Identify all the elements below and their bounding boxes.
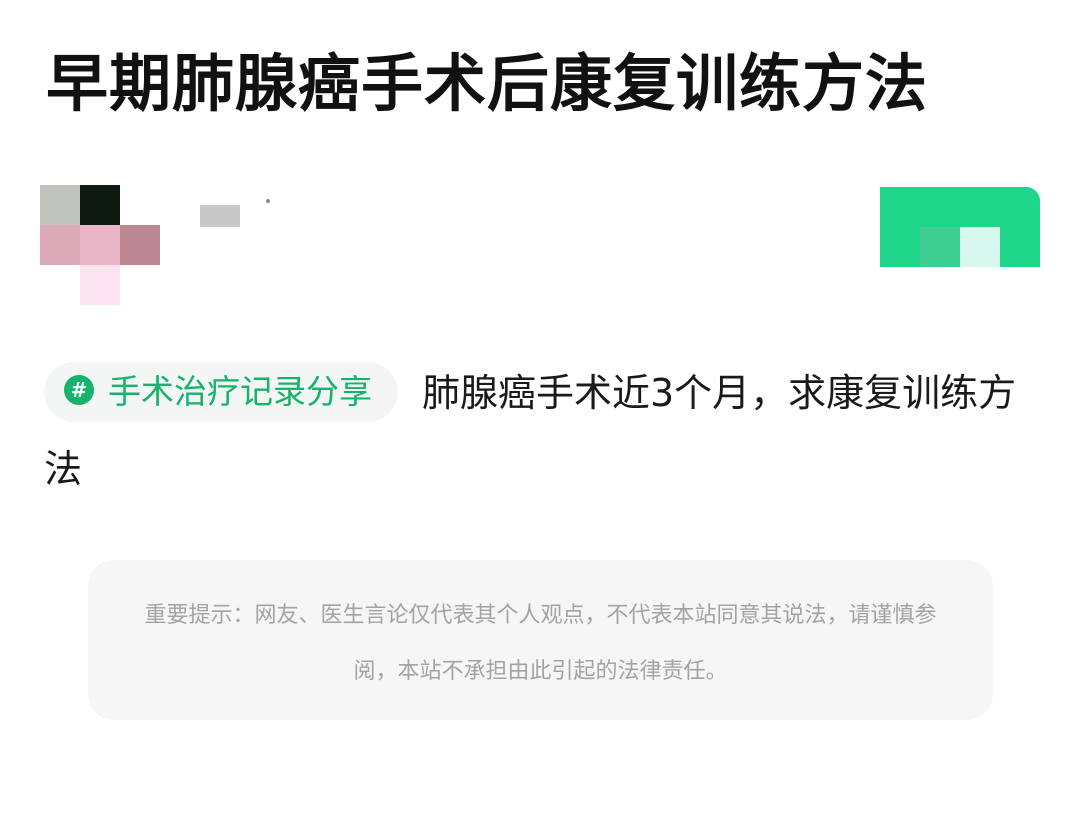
hash-icon: #: [64, 375, 94, 405]
author-avatar[interactable]: [40, 185, 162, 307]
topic-tag[interactable]: # 手术治疗记录分享: [44, 361, 398, 422]
author-row: [40, 185, 1040, 310]
topic-tag-label: 手术治疗记录分享: [108, 371, 372, 411]
follow-button[interactable]: [880, 187, 1040, 267]
post-body: # 手术治疗记录分享 肺腺癌手术近3个月，求康复训练方法: [44, 355, 1044, 507]
author-badge: [266, 199, 270, 203]
disclaimer-box: 重要提示：网友、医生言论仅代表其个人观点，不代表本站同意其说法，请谨慎参阅，本站…: [88, 560, 993, 720]
post-title: 早期肺腺癌手术后康复训练方法: [46, 47, 929, 120]
disclaimer-text: 重要提示：网友、医生言论仅代表其个人观点，不代表本站同意其说法，请谨慎参阅，本站…: [144, 603, 937, 684]
author-name-blurred[interactable]: [200, 205, 240, 227]
